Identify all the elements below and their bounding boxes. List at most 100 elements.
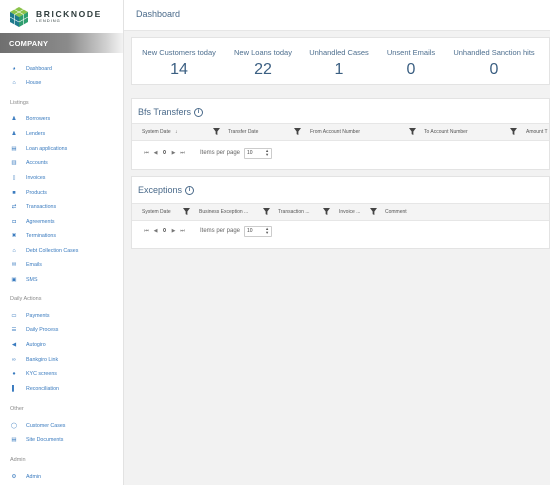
sidebar-item-label: Accounts [26,160,48,166]
exchange-icon: ⇄ [11,204,17,210]
users-icon: ♟ [11,131,17,137]
top-bar: Dashboard [124,0,550,31]
sidebar-item-autogiro[interactable]: ◀ Autogiro [10,340,46,350]
current-page[interactable]: 0 [160,228,169,234]
sidebar-item-emails[interactable]: ✉ Emails [10,260,42,270]
column-header-comment[interactable]: Comment [385,209,407,215]
pager: ⏮ ◀ 0 ▶ ⏭ Items per page 10 ▲ ▼ [142,224,273,238]
info-icon[interactable]: i [185,185,195,195]
filter-icon[interactable] [409,128,416,135]
sidebar-item-daily-process[interactable]: ☰ Daily Process [10,325,59,335]
stat-value: 0 [489,61,499,78]
sidebar-item-label: Emails [26,262,42,268]
stat-label: Unhandled Cases [309,48,369,57]
sidebar-item-label: House [26,80,42,86]
sidebar-item-lenders[interactable]: ♟ Lenders [10,129,46,139]
sidebar-item-products[interactable]: ■ Products [10,188,47,198]
filter-icon[interactable] [323,208,330,215]
file-icon: ▯ [12,175,16,181]
users-icon: ♟ [11,116,17,122]
sidebar-item-label: Transactions [26,204,57,210]
sidebar-item-reconciliation[interactable]: ▌ Reconciliation [10,384,59,394]
next-page-icon[interactable]: ▶ [169,228,178,234]
column-header-amount[interactable]: Amount T [526,129,548,135]
first-page-icon[interactable]: ⏮ [142,150,151,156]
sidebar-item-label: Loan applications [26,146,68,152]
panel-title: Bfs Transfers i [138,107,204,117]
sidebar-item-bankgiro-link[interactable]: ∞ Bankgiro Link [10,355,58,365]
filter-icon[interactable] [510,128,517,135]
panel-title-text: Bfs Transfers [138,107,192,117]
page-size-input[interactable]: 10 ▲ ▼ [244,225,273,237]
info-icon[interactable]: i [194,107,204,117]
sidebar-item-accounts[interactable]: ▥ Accounts [10,158,48,168]
sidebar-item-terminations[interactable]: ✖ Terminations [10,231,56,241]
sidebar-item-sms[interactable]: ▣ SMS [10,275,37,285]
column-header-system-date[interactable]: System Date ↓ [142,129,178,135]
stat-unhandled-sanction-hits[interactable]: Unhandled Sanction hits 0 [444,38,544,86]
stat-unhandled-cases[interactable]: Unhandled Cases 1 [300,38,378,86]
stepper-icon[interactable]: ▲ ▼ [265,149,269,157]
column-header-system-date[interactable]: System Date [142,209,171,215]
stat-new-customers[interactable]: New Customers today 14 [132,38,226,86]
filter-icon[interactable] [263,208,270,215]
brand-logo[interactable]: BRICKNODE LENDING [0,0,123,33]
filter-icon[interactable] [213,128,220,135]
stat-label: New Customers today [142,48,216,57]
stat-unsent-emails[interactable]: Unsent Emails 0 [378,38,444,86]
sidebar-item-label: Products [26,190,47,196]
column-header-from-account[interactable]: From Account Number [310,129,360,135]
sidebar-item-dashboard[interactable]: ◕ Dashboard [10,64,52,74]
sidebar-item-transactions[interactable]: ⇄ Transactions [10,202,56,212]
current-page[interactable]: 0 [160,150,169,156]
prev-page-icon[interactable]: ◀ [151,150,160,156]
sidebar-item-agreements[interactable]: ◘ Agreements [10,217,54,227]
bfs-transfers-panel: Bfs Transfers i System Date ↓ Transfer D… [131,98,550,170]
sidebar-item-label: Lenders [26,131,46,137]
sidebar-item-label: Payments [26,313,50,319]
page-size-value: 10 [247,150,253,156]
next-page-icon[interactable]: ▶ [169,150,178,156]
column-header-to-account[interactable]: To Account Number [424,129,468,135]
page-size-input[interactable]: 10 ▲ ▼ [244,147,273,159]
stat-value: 22 [254,61,272,78]
sidebar-item-label: Reconciliation [26,386,59,392]
home-icon: ⌂ [12,80,16,86]
items-per-page-label: Items per page [200,150,241,156]
first-page-icon[interactable]: ⏮ [142,228,151,234]
sidebar-item-house[interactable]: ⌂ House [10,78,41,88]
sidebar-item-payments[interactable]: ▭ Payments [10,311,50,321]
filter-icon[interactable] [370,208,377,215]
filter-icon[interactable] [294,128,301,135]
sidebar-item-invoices[interactable]: ▯ Invoices [10,173,45,183]
sidebar-item-site-documents[interactable]: ▤ Site Documents [10,435,63,445]
sidebar-item-customer-cases[interactable]: ◯ Customer Cases [10,421,66,431]
link-icon: ∞ [12,357,16,363]
last-page-icon[interactable]: ⏭ [178,150,187,156]
company-selector[interactable]: COMPANY [0,33,123,53]
close-icon: ✖ [11,233,17,239]
stat-new-loans[interactable]: New Loans today 22 [226,38,300,86]
stepper-icon[interactable]: ▲ ▼ [265,227,269,235]
column-header-invoice[interactable]: Invoice ... [339,209,360,215]
dashboard-icon: ◕ [12,66,16,72]
stats-panel: New Customers today 14 New Loans today 2… [131,37,550,85]
column-header-transaction[interactable]: Transaction ... [278,209,310,215]
filter-icon[interactable] [183,208,190,215]
sidebar-item-admin[interactable]: ⚙ Admin [10,472,41,482]
brand-sub: LENDING [36,18,61,24]
prev-page-icon[interactable]: ◀ [151,228,160,234]
panel-title: Exceptions i [138,185,195,195]
sidebar-item-loan-applications[interactable]: ▤ Loan applications [10,144,67,154]
bank-icon: ⌂ [12,248,16,254]
sidebar-item-debt-collection-cases[interactable]: ⌂ Debt Collection Cases [10,246,78,256]
sidebar-item-label: Invoices [26,175,46,181]
brand-name: BRICKNODE [36,8,102,19]
column-header-business-exception[interactable]: Business Exception ... [199,209,248,215]
column-header-transfer-date[interactable]: Transfer Date [228,129,258,135]
sidebar-item-borrowers[interactable]: ♟ Borrowers [10,114,51,124]
sidebar-item-label: Bankgiro Link [26,357,59,363]
sidebar-item-kyc-screens[interactable]: ● KYC screens [10,369,57,379]
last-page-icon[interactable]: ⏭ [178,228,187,234]
sidebar-item-label: Terminations [26,233,57,239]
